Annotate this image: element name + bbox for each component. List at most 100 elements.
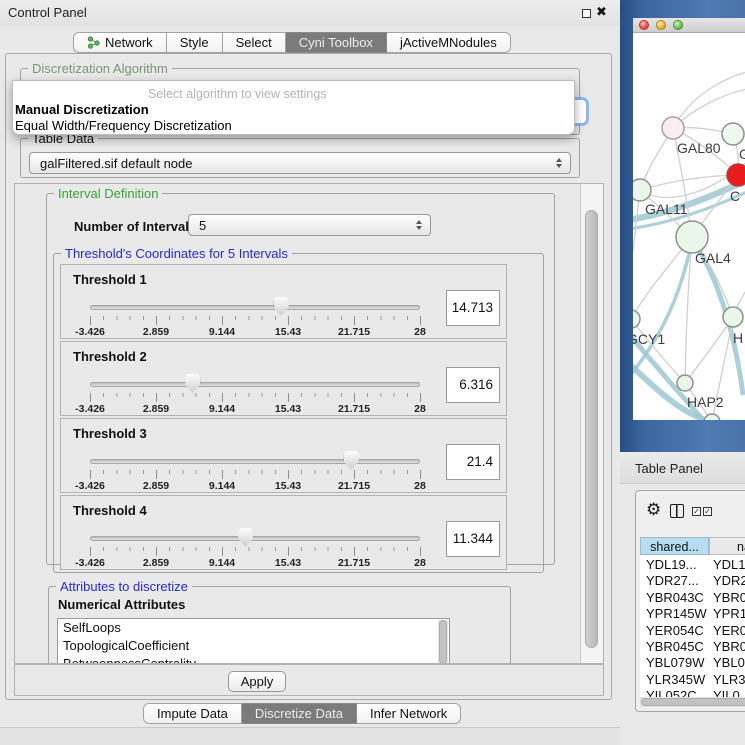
attribute-list-item[interactable]: SelfLoops: [58, 619, 449, 637]
threshold-slider[interactable]: -3.4262.8599.14415.4321.71528: [90, 295, 421, 340]
slider-thumb[interactable]: [185, 374, 200, 393]
threshold-value-field[interactable]: 14.713: [446, 290, 500, 326]
table-row[interactable]: YER054CYER0: [640, 623, 745, 639]
network-edge: [673, 88, 745, 128]
table-data-combobox[interactable]: galFiltered.sif default node: [29, 152, 571, 174]
tick-label: 15.43: [275, 480, 301, 492]
threshold-value-field[interactable]: 21.4: [446, 444, 500, 480]
table-row[interactable]: YIL052CYIL0: [640, 688, 745, 697]
network-icon: [87, 36, 100, 49]
tick-label: 21.715: [338, 403, 370, 415]
zoom-traffic-light-icon[interactable]: [673, 20, 683, 30]
apply-button[interactable]: Apply: [228, 671, 286, 692]
table-cell-shared-name: YPR145W: [646, 606, 708, 622]
checked-box-icon[interactable]: ✓: [692, 507, 701, 516]
numerical-attributes-label: Numerical Attributes: [58, 597, 185, 612]
network-node-gal11[interactable]: [633, 179, 651, 201]
slider-thumb[interactable]: [274, 297, 289, 316]
mode-tab-discretize-data[interactable]: Discretize Data: [242, 703, 357, 724]
threshold-slider[interactable]: -3.4262.8599.14415.4321.71528: [90, 449, 421, 494]
table-row[interactable]: YPR145WYPR1: [640, 606, 745, 622]
network-node-gal80[interactable]: [662, 117, 684, 139]
checked-box-icon[interactable]: ✓: [703, 507, 712, 516]
tab-network[interactable]: Network: [73, 32, 167, 53]
table-data-value: galFiltered.sif default node: [40, 156, 192, 171]
network-node-h[interactable]: [723, 307, 743, 327]
threshold-slider[interactable]: -3.4262.8599.14415.4321.71528: [90, 372, 421, 417]
threshold-slider[interactable]: -3.4262.8599.14415.4321.71528: [90, 526, 421, 571]
network-node[interactable]: [704, 414, 720, 420]
viewport-scrollbar-thumb[interactable]: [585, 210, 598, 648]
table-hscrollbar-thumb[interactable]: [641, 698, 745, 706]
combobox-arrows-icon: [416, 220, 422, 230]
table-cell-shared-name: YIL052C: [646, 688, 708, 697]
column-header-shared[interactable]: shared...: [640, 537, 709, 555]
slider-track[interactable]: [90, 536, 420, 541]
close-icon[interactable]: ✖: [596, 4, 607, 20]
close-traffic-light-icon[interactable]: [639, 20, 649, 30]
slider-track[interactable]: [90, 305, 420, 310]
slider-track[interactable]: [90, 382, 420, 387]
slider-thumb[interactable]: [344, 451, 359, 470]
network-node-c[interactable]: [727, 164, 745, 186]
network-window-titlebar: [633, 18, 745, 33]
threshold-value-field[interactable]: 11.344: [446, 521, 500, 557]
table-row[interactable]: YBR043CYBR0: [640, 590, 745, 606]
tick-label: 15.43: [275, 326, 301, 338]
tab-style[interactable]: Style: [167, 32, 223, 53]
minimize-traffic-light-icon[interactable]: [656, 20, 666, 30]
table-hscrollbar[interactable]: [640, 697, 745, 707]
slider-major-tick: [354, 470, 355, 479]
column-split-icon[interactable]: [670, 504, 684, 518]
slider-major-tick: [222, 470, 223, 479]
attributes-group: Attributes to discretize Numerical Attri…: [48, 586, 511, 664]
tick-label: -3.426: [75, 326, 105, 338]
network-node-label: GA: [739, 146, 745, 162]
table-panel-titlebar: Table Panel: [620, 452, 745, 484]
attribute-list-item[interactable]: TopologicalCoefficient: [58, 637, 449, 655]
viewport-scrollbar[interactable]: [580, 184, 603, 663]
tab-label: jActiveMNodules: [400, 33, 497, 53]
tick-label: 9.144: [209, 480, 235, 492]
network-node-ga[interactable]: [722, 123, 744, 145]
slider-thumb[interactable]: [238, 528, 253, 547]
tab-select[interactable]: Select: [223, 32, 286, 53]
threshold-value-field[interactable]: 6.316: [446, 367, 500, 403]
slider-major-tick: [420, 547, 421, 556]
tick-label: 9.144: [209, 557, 235, 569]
gear-icon[interactable]: ⚙: [646, 500, 661, 520]
attributes-scrollbar[interactable]: [438, 620, 448, 664]
network-node-hap2[interactable]: [677, 375, 693, 391]
slider-major-tick: [90, 316, 91, 325]
table-row[interactable]: YBL079W YBL0: [640, 655, 745, 671]
table-row[interactable]: YLR345WYLR3: [640, 672, 745, 688]
slider-major-tick: [288, 393, 289, 402]
attribute-list-item[interactable]: BetweennessCentrality: [58, 655, 449, 664]
table-row[interactable]: YDR27...YDR2: [640, 573, 745, 589]
table-cell-shared-name: YBR045C: [646, 639, 708, 655]
mode-tab-infer-network[interactable]: Infer Network: [357, 703, 461, 724]
table-cell-name: YBL0: [713, 655, 745, 671]
slider-track[interactable]: [90, 459, 420, 464]
numerical-attributes-list[interactable]: SelfLoopsTopologicalCoefficientBetweenne…: [57, 618, 450, 664]
number-of-intervals-combobox[interactable]: 5: [188, 214, 431, 236]
popup-option-equal-width-frequency[interactable]: Equal Width/Frequency Discretization: [15, 118, 232, 133]
mode-tab-impute-data[interactable]: Impute Data: [143, 703, 242, 724]
slider-major-tick: [354, 393, 355, 402]
column-header-name[interactable]: na: [709, 537, 745, 555]
network-canvas[interactable]: GAL80GACGAL11GAL4GCY1HHAP2: [633, 33, 745, 420]
table-cell-shared-name: YBL079W: [646, 655, 708, 671]
table-row[interactable]: YDL19...YDL1: [640, 557, 745, 573]
network-node-label: GCY1: [633, 331, 665, 347]
network-node-label: GAL80: [677, 140, 721, 156]
threshold-label: Threshold 4: [73, 503, 147, 518]
table-cell-shared-name: YER054C: [646, 623, 708, 639]
attributes-scrollbar-thumb[interactable]: [439, 620, 447, 664]
tab-cyni-toolbox[interactable]: Cyni Toolbox: [286, 32, 387, 53]
table-row[interactable]: YBR045CYBR0: [640, 639, 745, 655]
network-node-gal4[interactable]: [676, 221, 708, 253]
network-node-gcy1[interactable]: [633, 310, 640, 328]
tab-jactivemnodules[interactable]: jActiveMNodules: [387, 32, 511, 53]
popup-option-manual-discretization[interactable]: Manual Discretization: [15, 102, 149, 117]
float-window-icon[interactable]: [582, 9, 591, 18]
